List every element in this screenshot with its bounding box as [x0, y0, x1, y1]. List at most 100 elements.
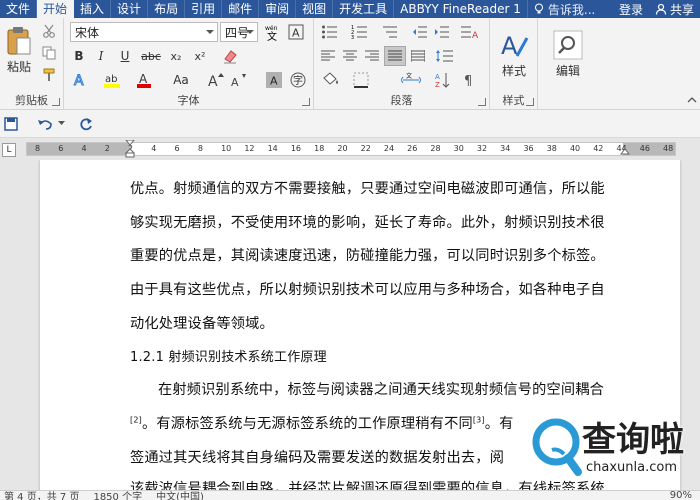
- change-case-label: Aa: [173, 73, 189, 87]
- svg-text:ab: ab: [105, 74, 117, 85]
- tell-me-box[interactable]: 告诉我...: [534, 1, 595, 18]
- char-border-icon: A: [288, 24, 304, 40]
- phonetic-guide-button[interactable]: wén 文: [262, 22, 282, 42]
- multilevel-list-button[interactable]: [378, 22, 404, 42]
- decrease-indent-button[interactable]: [410, 22, 430, 42]
- citation-ref[interactable]: [3]: [473, 415, 485, 424]
- clipboard-launcher[interactable]: [52, 98, 60, 106]
- superscript-button[interactable]: x²: [190, 46, 210, 66]
- numbering-button[interactable]: 123: [348, 22, 374, 42]
- right-indent-marker-icon[interactable]: [620, 149, 630, 157]
- align-right-button[interactable]: [362, 46, 382, 66]
- tab-review[interactable]: 审阅: [259, 0, 297, 18]
- editing-group: 编辑: [538, 18, 598, 110]
- align-right-icon: [365, 50, 379, 61]
- page-count[interactable]: 第 4 页，共 7 页: [4, 491, 79, 500]
- text-effects-button[interactable]: A: [70, 70, 92, 90]
- show-marks-button[interactable]: ¶: [458, 70, 480, 90]
- tab-mailings[interactable]: 邮件: [222, 0, 260, 18]
- share-button[interactable]: 共享: [655, 1, 694, 18]
- indent-marker-icon[interactable]: [125, 140, 135, 158]
- bold-button[interactable]: B: [70, 46, 88, 66]
- bullets-button[interactable]: [318, 22, 344, 42]
- format-painter-button[interactable]: [40, 66, 58, 84]
- save-button[interactable]: [2, 115, 20, 133]
- copy-button[interactable]: [40, 44, 58, 62]
- body-line: [2]。有源标签系统与无源标签系统的工作原理稍有不同[3]。有: [130, 413, 514, 433]
- enclose-characters-button[interactable]: 字: [288, 70, 308, 90]
- zoom-level[interactable]: 90%: [670, 491, 700, 500]
- styles-launcher[interactable]: [526, 98, 534, 106]
- styles-button[interactable]: A 样式: [496, 22, 532, 86]
- strikethrough-button[interactable]: abc: [141, 46, 161, 66]
- font-color-button[interactable]: A: [132, 70, 156, 90]
- line-spacing-button[interactable]: [432, 46, 456, 66]
- collapse-ribbon-button[interactable]: [686, 94, 698, 106]
- shrink-font-button[interactable]: A: [228, 70, 248, 90]
- ruler-tick-label: 38: [546, 144, 557, 153]
- body-line: 动化处理设备等领域。: [130, 316, 274, 332]
- svg-text:A: A: [270, 75, 278, 88]
- ruler-tick-label: 22: [360, 144, 371, 153]
- character-shading-button[interactable]: A: [264, 70, 284, 90]
- vertical-ruler: [0, 160, 20, 490]
- italic-button[interactable]: I: [92, 46, 110, 66]
- ruler-tick-label: 12: [244, 144, 255, 153]
- tab-home[interactable]: 开始: [37, 0, 75, 18]
- magnifier-icon: [553, 30, 583, 59]
- tab-insert[interactable]: 插入: [74, 0, 112, 18]
- citation-ref[interactable]: [2]: [130, 415, 142, 424]
- editing-button[interactable]: 编辑: [548, 22, 588, 86]
- ruler-tick-label: 30: [453, 144, 464, 153]
- login-link[interactable]: 登录: [619, 1, 643, 18]
- sort-button[interactable]: AZ: [432, 70, 454, 90]
- subscript-button[interactable]: x₂: [166, 46, 186, 66]
- tab-design[interactable]: 设计: [111, 0, 149, 18]
- numbered-list-icon: 123: [351, 25, 367, 40]
- shading-button[interactable]: [318, 70, 344, 90]
- undo-dropdown[interactable]: [56, 115, 66, 133]
- underline-button[interactable]: U: [114, 46, 136, 66]
- change-case-button[interactable]: Aa: [166, 70, 196, 90]
- align-center-button[interactable]: [340, 46, 360, 66]
- language[interactable]: 中文(中国): [156, 491, 204, 500]
- font-name-value: 宋体: [75, 25, 100, 40]
- cut-button[interactable]: [40, 22, 58, 40]
- redo-button[interactable]: [76, 115, 96, 133]
- body-text: 。有源标签系统与无源标签系统的工作原理稍有不同: [141, 416, 473, 432]
- word-count[interactable]: 1850 个字: [93, 491, 142, 500]
- paste-button[interactable]: 粘贴: [2, 22, 36, 78]
- grow-font-button[interactable]: A: [206, 70, 226, 90]
- tab-layout[interactable]: 布局: [148, 0, 186, 18]
- justify-button[interactable]: [384, 46, 406, 66]
- tab-abbyy[interactable]: ABBYY FineReader 1: [394, 0, 528, 18]
- borders-button[interactable]: [348, 70, 374, 90]
- font-launcher[interactable]: [302, 98, 310, 106]
- font-size-combo[interactable]: 四号: [220, 22, 258, 42]
- chinese-layout-button[interactable]: A: [456, 22, 484, 42]
- tab-file[interactable]: 文件: [0, 0, 38, 18]
- tab-selector[interactable]: L: [2, 143, 16, 157]
- font-color-icon: A: [137, 72, 151, 88]
- ruler-tick-label: 34: [500, 144, 511, 153]
- text-effects-icon: A: [74, 73, 85, 90]
- watermark-brand: 查询啦: [582, 420, 684, 460]
- asian-typography-button[interactable]: 文: [398, 70, 424, 90]
- align-left-icon: [321, 50, 335, 61]
- increase-indent-button[interactable]: [432, 22, 452, 42]
- horizontal-ruler[interactable]: 8 6 4 2 2 4 6 8 10 12 14 16 18 20 22 24 26 28 30 32 34 36 38 40…: [26, 140, 676, 158]
- tab-developer[interactable]: 开发工具: [333, 0, 395, 18]
- font-name-combo[interactable]: 宋体: [70, 22, 218, 42]
- align-left-button[interactable]: [318, 46, 338, 66]
- font-group-label: 字体: [177, 94, 200, 107]
- paintbrush-icon: [43, 68, 55, 81]
- tab-references[interactable]: 引用: [185, 0, 223, 18]
- undo-button[interactable]: [34, 115, 56, 133]
- paragraph-launcher[interactable]: [478, 98, 486, 106]
- distributed-button[interactable]: [408, 46, 428, 66]
- ruler-tick-label: 32: [476, 144, 488, 153]
- clear-formatting-button[interactable]: [220, 46, 240, 66]
- character-border-button[interactable]: A: [286, 22, 306, 42]
- highlight-button[interactable]: ab: [100, 70, 124, 90]
- tab-view[interactable]: 视图: [296, 0, 334, 18]
